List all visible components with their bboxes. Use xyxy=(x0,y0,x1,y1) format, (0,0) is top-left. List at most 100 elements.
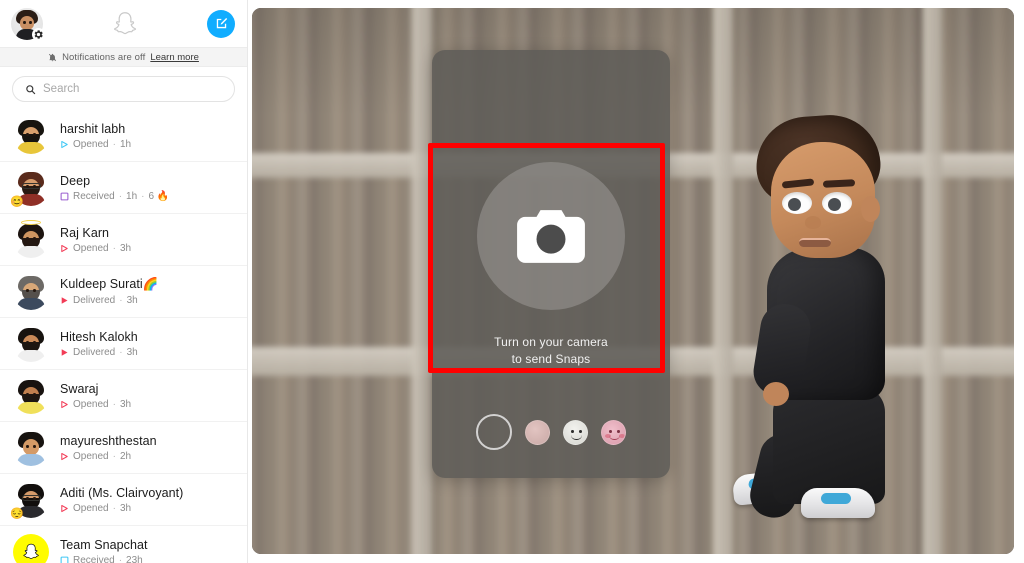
status-separator: · xyxy=(112,398,116,410)
main-content-area: Turn on your camera to send Snaps xyxy=(248,0,1024,563)
chat-row[interactable]: Raj Karn Opened · 3h xyxy=(0,214,247,266)
chat-status-label: Opened xyxy=(73,138,109,150)
sidebar: Notifications are off Learn more harshit… xyxy=(0,0,248,563)
chat-avatar[interactable]: 😔 xyxy=(10,482,49,520)
search-icon xyxy=(25,84,36,95)
status-separator: · xyxy=(112,450,116,462)
chat-meta: Raj Karn Opened · 3h xyxy=(60,226,131,254)
chat-timestamp: 3h xyxy=(126,295,138,306)
chat-timestamp: 3h xyxy=(119,398,132,410)
snap-opened-outline-icon xyxy=(60,244,69,253)
snap-delivered-filled-icon xyxy=(60,348,69,357)
chat-row[interactable]: Swaraj Opened · 3h xyxy=(0,370,247,422)
chat-list[interactable]: harshit labh Opened · 1h 😊 Deep Received · 1h · 6 … xyxy=(0,110,247,563)
camera-icon xyxy=(514,205,588,267)
chat-row[interactable]: Kuldeep Surati🌈 Delivered · 3h xyxy=(0,266,247,318)
chat-row[interactable]: harshit labh Opened · 1h xyxy=(0,110,247,162)
chat-row[interactable]: Team Snapchat Received · 23h xyxy=(0,526,247,563)
chat-timestamp: 2h xyxy=(119,450,132,462)
chat-avatar[interactable] xyxy=(13,533,49,563)
status-separator: · xyxy=(119,346,123,358)
status-separator: · xyxy=(141,190,145,202)
chat-status-label: Received xyxy=(73,554,115,563)
camera-caption-line1: Turn on your camera xyxy=(494,335,608,350)
profile-avatar[interactable] xyxy=(11,7,45,41)
new-chat-compose-button[interactable] xyxy=(207,9,235,38)
chat-avatar[interactable] xyxy=(13,430,49,466)
bell-muted-icon xyxy=(48,53,57,62)
chat-meta: Team Snapchat Received · 23h xyxy=(60,538,148,563)
chat-avatar[interactable] xyxy=(13,274,49,310)
chat-meta: Hitesh Kalokh Delivered · 3h xyxy=(60,330,138,358)
notifications-banner-text: Notifications are off xyxy=(62,51,146,63)
camera-caption: Turn on your camera to send Snaps xyxy=(494,334,608,367)
chat-meta: Aditi (Ms. Clairvoyant) Opened · 3h xyxy=(60,486,183,514)
lens-thumbnail-2[interactable] xyxy=(563,419,588,445)
chat-status: Opened · 1h xyxy=(60,139,131,150)
chat-status-label: Opened xyxy=(73,398,109,410)
chat-timestamp: 1h xyxy=(119,138,132,150)
chat-meta: mayureshthestan Opened · 2h xyxy=(60,434,157,462)
snapchat-ghost-icon[interactable] xyxy=(110,9,140,39)
capture-button[interactable] xyxy=(476,414,512,450)
friend-emoji: 😔 xyxy=(10,507,24,520)
gear-icon[interactable] xyxy=(32,27,45,41)
chat-avatar[interactable] xyxy=(13,326,49,362)
chat-avatar[interactable] xyxy=(13,378,49,414)
search-zone xyxy=(0,67,247,110)
chat-row[interactable]: mayureshthestan Opened · 2h xyxy=(0,422,247,474)
chat-name: Deep xyxy=(60,173,91,188)
lens-thumbnail-1[interactable] xyxy=(525,419,550,445)
snap-opened-outline-icon xyxy=(60,140,69,149)
chat-row[interactable]: 😔 Aditi (Ms. Clairvoyant) Opened · 3h xyxy=(0,474,247,526)
camera-stage: Turn on your camera to send Snaps xyxy=(252,8,1014,554)
chat-meta: Kuldeep Surati🌈 Delivered · 3h xyxy=(60,277,158,306)
chat-avatar[interactable] xyxy=(13,219,49,258)
chat-received-square-icon xyxy=(60,192,69,201)
camera-permission-modal: Turn on your camera to send Snaps xyxy=(432,50,670,478)
chat-status: Opened · 3h xyxy=(60,503,183,514)
chat-meta: harshit labh Opened · 1h xyxy=(60,122,131,150)
chat-name: Team Snapchat xyxy=(60,537,148,552)
status-separator: · xyxy=(118,554,123,563)
chat-meta: Swaraj Opened · 3h xyxy=(60,382,131,410)
chat-received-square-icon xyxy=(60,556,69,563)
chat-status: Received · 1h · 6 🔥 xyxy=(60,191,169,202)
chat-meta: Deep Received · 1h · 6 🔥 xyxy=(60,174,169,202)
chat-name: mayureshthestan xyxy=(60,433,157,448)
status-separator: · xyxy=(112,502,116,514)
status-separator: · xyxy=(112,138,116,150)
shelf-upright xyxy=(412,8,432,554)
chat-timestamp: 3h xyxy=(119,242,132,254)
search-bar[interactable] xyxy=(12,76,235,102)
halo-icon xyxy=(21,219,41,225)
enable-camera-button[interactable] xyxy=(477,162,625,311)
chat-avatar[interactable] xyxy=(13,118,49,154)
camera-modal-body: Turn on your camera to send Snaps xyxy=(432,150,670,390)
snap-opened-outline-icon xyxy=(60,400,69,409)
status-separator: · xyxy=(112,242,116,254)
chat-name: Swaraj xyxy=(60,381,99,396)
chat-row[interactable]: 😊 Deep Received · 1h · 6 🔥 xyxy=(0,162,247,214)
chat-name: Aditi (Ms. Clairvoyant) xyxy=(60,485,184,500)
chat-row[interactable]: Hitesh Kalokh Delivered · 3h xyxy=(0,318,247,370)
chat-status: Opened · 2h xyxy=(60,451,157,462)
chat-name: Kuldeep Surati🌈 xyxy=(60,277,159,291)
chat-status-label: Received xyxy=(73,190,115,202)
snapchat-web-window: Notifications are off Learn more harshit… xyxy=(0,0,1024,563)
snap-opened-outline-icon xyxy=(60,504,69,513)
search-input[interactable] xyxy=(43,83,222,95)
streak-count: 6 🔥 xyxy=(148,190,170,202)
notifications-banner: Notifications are off Learn more xyxy=(0,47,247,67)
chat-status-label: Opened xyxy=(73,242,109,254)
chat-status: Opened · 3h xyxy=(60,399,131,410)
camera-caption-line2: to send Snaps xyxy=(511,352,591,366)
lens-thumbnail-3[interactable] xyxy=(601,419,626,445)
chat-avatar[interactable]: 😊 xyxy=(10,170,49,207)
learn-more-link[interactable]: Learn more xyxy=(150,52,199,63)
status-separator: · xyxy=(119,295,123,306)
chat-timestamp: 1h xyxy=(126,190,138,202)
bitmoji-character xyxy=(727,34,942,554)
camera-controls xyxy=(432,390,670,478)
chat-status: Delivered · 3h xyxy=(60,295,158,306)
